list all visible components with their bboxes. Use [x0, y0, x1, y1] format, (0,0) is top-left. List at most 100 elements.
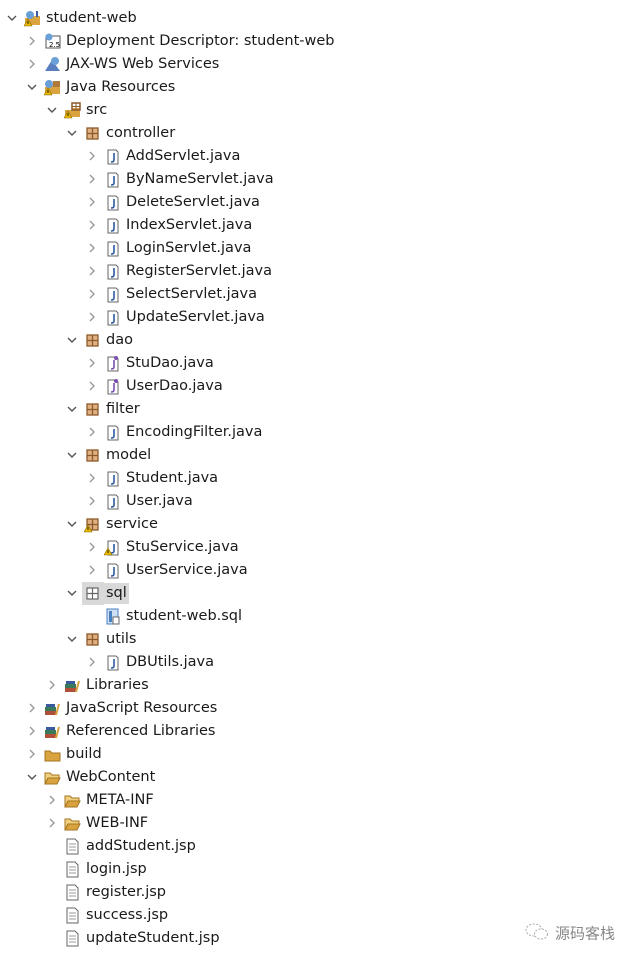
- chevron-down-icon[interactable]: [65, 402, 79, 416]
- tree-item[interactable]: EncodingFilter.java: [0, 421, 636, 444]
- chevron-right-icon[interactable]: [85, 425, 99, 439]
- tree-item[interactable]: src: [0, 99, 636, 122]
- tree-item[interactable]: WEB-INF: [0, 812, 636, 835]
- tree-item[interactable]: Java Resources: [0, 76, 636, 99]
- tree-item[interactable]: login.jsp: [0, 858, 636, 881]
- chevron-right-icon[interactable]: [45, 816, 59, 830]
- tree-item[interactable]: student-web: [0, 7, 636, 30]
- tree-item[interactable]: SelectServlet.java: [0, 283, 636, 306]
- tree-item[interactable]: filter: [0, 398, 636, 421]
- chevron-right-icon[interactable]: [85, 563, 99, 577]
- tree-item-label: model: [106, 447, 152, 463]
- java-file-icon: [104, 562, 121, 579]
- java-interface-file-icon: [104, 355, 121, 372]
- tree-item-label: student-web.sql: [126, 608, 243, 624]
- tree-item[interactable]: ByNameServlet.java: [0, 168, 636, 191]
- tree-item[interactable]: 2.5 Deployment Descriptor: student-web: [0, 30, 636, 53]
- servers-icon: [24, 0, 41, 4]
- tree-item[interactable]: UserService.java: [0, 559, 636, 582]
- chevron-down-icon[interactable]: [25, 80, 39, 94]
- chevron-right-icon[interactable]: [85, 195, 99, 209]
- tree-item[interactable]: StuService.java: [0, 536, 636, 559]
- chevron-right-icon[interactable]: [45, 793, 59, 807]
- chevron-right-icon[interactable]: [85, 356, 99, 370]
- tree-item-label: EncodingFilter.java: [126, 424, 263, 440]
- chevron-right-icon[interactable]: [25, 724, 39, 738]
- tree-item[interactable]: IndexServlet.java: [0, 214, 636, 237]
- source-folder-icon: [63, 102, 81, 119]
- tree-item[interactable]: student-web.sql: [0, 605, 636, 628]
- chevron-down-icon[interactable]: [25, 770, 39, 784]
- tree-item[interactable]: JavaScript Resources: [0, 697, 636, 720]
- chevron-down-icon[interactable]: [65, 517, 79, 531]
- chevron-right-icon[interactable]: [85, 149, 99, 163]
- chevron-right-icon[interactable]: [5, 0, 19, 2]
- tree-item[interactable]: StuDao.java: [0, 352, 636, 375]
- tree-item-label: ByNameServlet.java: [126, 171, 274, 187]
- tree-item[interactable]: JAX-WS Web Services: [0, 53, 636, 76]
- tree-item[interactable]: service: [0, 513, 636, 536]
- chevron-right-icon[interactable]: [85, 241, 99, 255]
- chevron-right-icon[interactable]: [85, 264, 99, 278]
- chevron-right-icon[interactable]: [85, 172, 99, 186]
- tree-item-label: login.jsp: [86, 861, 147, 877]
- tree-item-label: StuDao.java: [126, 355, 214, 371]
- chevron-right-icon[interactable]: [85, 494, 99, 508]
- tree-item[interactable]: dao: [0, 329, 636, 352]
- tree-item[interactable]: UserDao.java: [0, 375, 636, 398]
- java-file-icon: [103, 539, 121, 556]
- tree-item[interactable]: DeleteServlet.java: [0, 191, 636, 214]
- webservices-icon: [44, 56, 61, 73]
- java-file-icon: [104, 263, 121, 280]
- tree-item-label: DeleteServlet.java: [126, 194, 260, 210]
- chevron-right-icon[interactable]: [25, 701, 39, 715]
- tree-item[interactable]: sql: [0, 582, 636, 605]
- tree-item[interactable]: Student.java: [0, 467, 636, 490]
- tree-item[interactable]: WebContent: [0, 766, 636, 789]
- descriptor-icon: 2.5: [44, 33, 61, 50]
- tree-item[interactable]: register.jsp: [0, 881, 636, 904]
- tree-item[interactable]: Libraries: [0, 674, 636, 697]
- tree-item[interactable]: model: [0, 444, 636, 467]
- chevron-right-icon[interactable]: [85, 379, 99, 393]
- tree-item[interactable]: utils: [0, 628, 636, 651]
- chevron-right-icon[interactable]: [85, 655, 99, 669]
- chevron-down-icon[interactable]: [65, 126, 79, 140]
- chevron-right-icon[interactable]: [45, 678, 59, 692]
- java-file-icon: [104, 148, 121, 165]
- chevron-down-icon[interactable]: [65, 586, 79, 600]
- tree-item[interactable]: RegisterServlet.java: [0, 260, 636, 283]
- tree-item[interactable]: LoginServlet.java: [0, 237, 636, 260]
- tree-item[interactable]: addStudent.jsp: [0, 835, 636, 858]
- chevron-right-icon[interactable]: [85, 287, 99, 301]
- tree-item-label: addStudent.jsp: [86, 838, 196, 854]
- tree-item-label: utils: [106, 631, 137, 647]
- tree-item[interactable]: User.java: [0, 490, 636, 513]
- tree-item[interactable]: DBUtils.java: [0, 651, 636, 674]
- chevron-right-icon[interactable]: [25, 747, 39, 761]
- chevron-right-icon[interactable]: [85, 471, 99, 485]
- chevron-right-icon[interactable]: [85, 218, 99, 232]
- chevron-right-icon[interactable]: [85, 310, 99, 324]
- tree-item[interactable]: Referenced Libraries: [0, 720, 636, 743]
- chevron-down-icon[interactable]: [5, 11, 19, 25]
- chevron-right-icon[interactable]: [25, 57, 39, 71]
- tree-item[interactable]: UpdateServlet.java: [0, 306, 636, 329]
- chevron-down-icon[interactable]: [65, 448, 79, 462]
- libraries-icon: [44, 700, 61, 717]
- tree-item-label: dao: [106, 332, 133, 348]
- tree-item[interactable]: META-INF: [0, 789, 636, 812]
- folder-open-icon: [44, 769, 61, 786]
- chevron-right-icon[interactable]: [85, 540, 99, 554]
- tree-item[interactable]: controller: [0, 122, 636, 145]
- chevron-down-icon[interactable]: [65, 632, 79, 646]
- tree-item-label: UserService.java: [126, 562, 248, 578]
- chevron-right-icon[interactable]: [25, 34, 39, 48]
- chevron-down-icon[interactable]: [65, 333, 79, 347]
- tree-item[interactable]: build: [0, 743, 636, 766]
- folder-package-icon: [84, 585, 101, 602]
- tree-item[interactable]: AddServlet.java: [0, 145, 636, 168]
- chevron-down-icon[interactable]: [45, 103, 59, 117]
- tree-item[interactable]: Servers: [0, 0, 636, 7]
- folder-open-icon: [64, 815, 81, 832]
